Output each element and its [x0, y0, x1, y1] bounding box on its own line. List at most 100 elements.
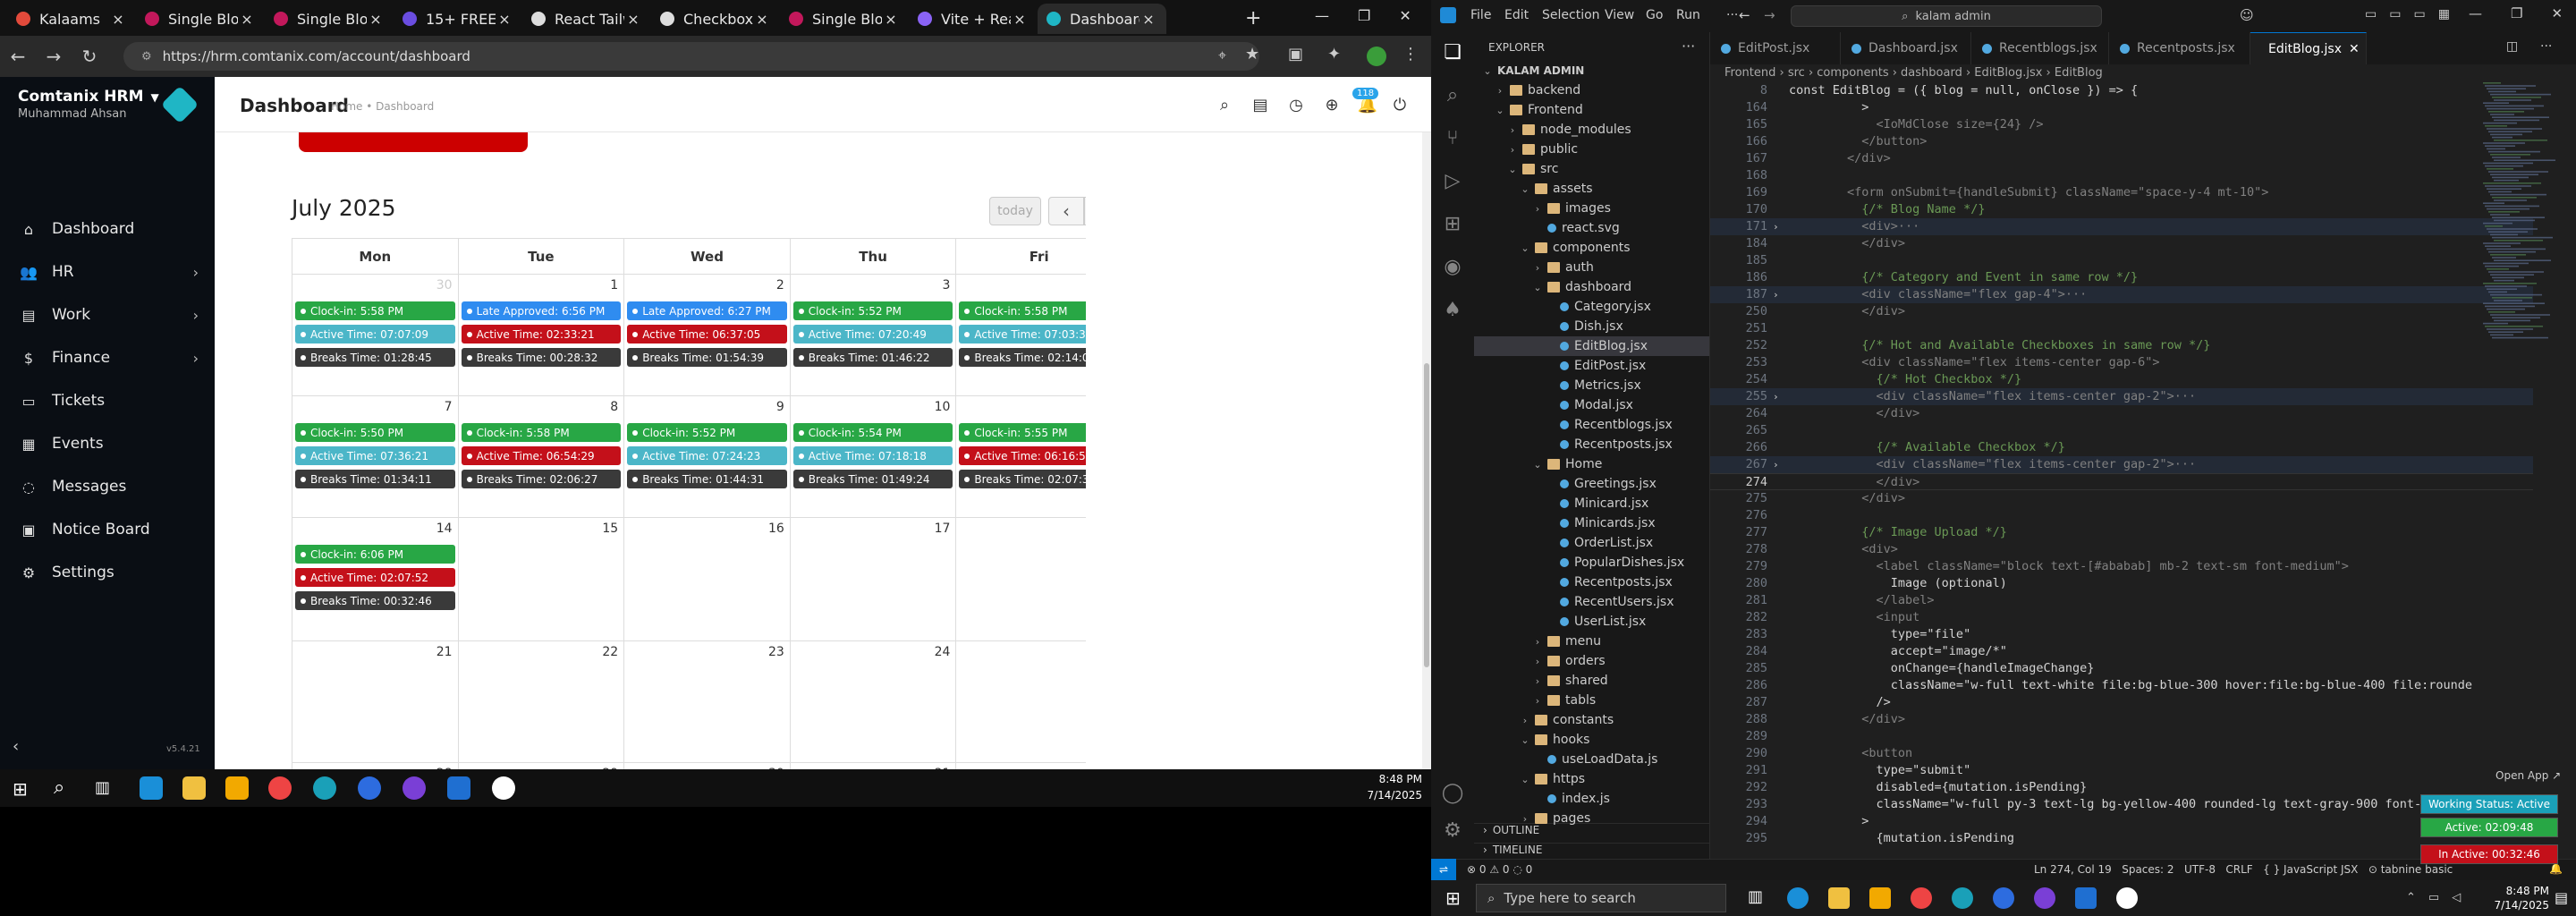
- calendar-day-cell[interactable]: 3 Clock-in: 5:52 PM Active Time: 07:20:49 B…: [790, 275, 957, 396]
- window-controls[interactable]: — ❐ ✕: [2469, 5, 2563, 21]
- scrollbar-thumb[interactable]: [1424, 363, 1429, 667]
- file-tree-folder[interactable]: ⌄ Home: [1474, 454, 1709, 474]
- browser-tab[interactable]: Vite + React×: [909, 4, 1038, 34]
- menu-item-selection[interactable]: Selection: [1542, 8, 1600, 22]
- calendar-event[interactable]: Active Time: 07:03:32: [959, 325, 1086, 344]
- file-tree-folder[interactable]: › backend: [1474, 81, 1709, 100]
- file-tree-file[interactable]: Dish.jsx: [1474, 317, 1709, 336]
- manage-gear-icon[interactable]: ⚙: [1440, 818, 1465, 843]
- customize-layout-icon[interactable]: ▦: [2438, 7, 2450, 21]
- location-icon[interactable]: ⌖: [1218, 47, 1226, 64]
- menu-item-edit[interactable]: Edit: [1504, 8, 1529, 22]
- browser-tab[interactable]: 15+ FREE Blog×: [394, 4, 522, 34]
- calendar-day-cell[interactable]: 14 Clock-in: 6:06 PM Active Time: 02:07:52…: [292, 518, 459, 641]
- task-view-icon[interactable]: ▥: [95, 778, 110, 797]
- back-button[interactable]: ←: [5, 44, 30, 69]
- calendar-event[interactable]: Breaks Time: 00:32:46: [295, 591, 455, 610]
- code-view[interactable]: 8 const EditBlog = ({ blog = null, onClos…: [1710, 82, 2576, 859]
- more-actions-icon[interactable]: ···: [1682, 38, 1695, 55]
- taskbar-clock[interactable]: 8:48 PM 7/14/2025: [2478, 884, 2549, 912]
- calendar-event[interactable]: Active Time: 06:16:54: [959, 446, 1086, 465]
- source-control-icon[interactable]: ⑂: [1440, 125, 1465, 150]
- calendar-event[interactable]: Late Approved: 6:27 PM: [627, 301, 787, 320]
- vscode-icon[interactable]: [447, 776, 470, 800]
- more-actions-icon[interactable]: ···: [2540, 39, 2552, 54]
- code-line[interactable]: 281 </label>: [1710, 592, 2533, 609]
- tab-close-icon[interactable]: ×: [882, 11, 900, 28]
- calendar-day-cell[interactable]: 22: [458, 641, 625, 763]
- calendar-event[interactable]: Active Time: 06:54:29: [461, 446, 622, 465]
- profile-avatar[interactable]: [1367, 47, 1386, 66]
- minimize-icon[interactable]: —: [2469, 5, 2482, 21]
- file-tree-file[interactable]: Recentposts.jsx: [1474, 435, 1709, 454]
- file-tree-file[interactable]: Recentposts.jsx: [1474, 572, 1709, 592]
- editor-tab[interactable]: Recentposts.jsx: [2109, 32, 2250, 64]
- calendar-event[interactable]: Breaks Time: 02:14:03: [959, 348, 1086, 367]
- puzzle-icon[interactable]: ✦: [1327, 45, 1341, 64]
- system-tray[interactable]: ⌃ ▭ ◁: [2406, 891, 2461, 904]
- code-line[interactable]: 286 className="w-full text-white file:bg…: [1710, 677, 2533, 694]
- code-line[interactable]: 290 <button: [1710, 745, 2533, 762]
- calendar-event[interactable]: Active Time: 07:24:23: [627, 446, 787, 465]
- zoom-icon[interactable]: [358, 776, 381, 800]
- calendar-day-cell[interactable]: 21: [292, 641, 459, 763]
- extension-icon[interactable]: ▣: [1288, 45, 1303, 64]
- code-line[interactable]: 185: [1710, 252, 2533, 269]
- calendar-day-cell[interactable]: 31: [791, 763, 957, 769]
- command-center-search[interactable]: ⌕ kalam admin: [1791, 5, 2102, 27]
- file-tree-file[interactable]: Minicard.jsx: [1474, 494, 1709, 513]
- file-tree-file[interactable]: EditPost.jsx: [1474, 356, 1709, 376]
- sidebar-item-work[interactable]: ▤ Work ›: [0, 297, 215, 333]
- explorer-icon[interactable]: ❏: [1440, 39, 1465, 64]
- calendar-event[interactable]: Breaks Time: 02:07:32: [959, 470, 1086, 488]
- browser-tab[interactable]: React Tailwind×: [522, 4, 651, 34]
- breadcrumb[interactable]: Home • Dashboard: [331, 100, 434, 113]
- file-tree-folder[interactable]: › tabls: [1474, 691, 1709, 710]
- file-explorer-icon[interactable]: [182, 776, 206, 800]
- menu-item-run[interactable]: Run: [1676, 8, 1700, 22]
- code-line[interactable]: 283 type="file": [1710, 626, 2533, 643]
- browser-tab[interactable]: Single Blog Po×: [780, 4, 909, 34]
- fold-chevron-icon[interactable]: ›: [1773, 456, 1779, 473]
- search-icon[interactable]: ⌕: [1440, 82, 1465, 107]
- store-icon[interactable]: [1869, 887, 1891, 909]
- menu-item-view[interactable]: View: [1605, 8, 1634, 22]
- file-tree-file[interactable]: Category.jsx: [1474, 297, 1709, 317]
- toggle-sidebar-icon[interactable]: ▭: [2365, 7, 2377, 21]
- calendar-event[interactable]: Breaks Time: 01:34:11: [295, 470, 455, 488]
- network-icon[interactable]: ▭: [2428, 891, 2439, 904]
- code-line[interactable]: 186 {/* Category and Event in same row *…: [1710, 269, 2533, 286]
- code-line[interactable]: 274 </div>: [1710, 473, 2533, 490]
- problems-count[interactable]: ⊗ 0 ⚠ 0 ◌ 0: [1467, 863, 1532, 876]
- app-icon[interactable]: [313, 776, 336, 800]
- chrome-menu-icon[interactable]: ⋮: [1402, 45, 1419, 64]
- toggle-panel-icon[interactable]: ▭: [2389, 7, 2401, 21]
- browser-tab[interactable]: Dashboard×: [1038, 4, 1166, 34]
- app-icon[interactable]: [1952, 887, 1973, 909]
- extensions-icon[interactable]: ⊞: [1440, 211, 1465, 236]
- calendar-day-cell[interactable]: 18: [956, 518, 1086, 641]
- file-tree-folder[interactable]: › menu: [1474, 632, 1709, 651]
- vscode-icon[interactable]: [2075, 887, 2097, 909]
- tab-close-icon[interactable]: ×: [367, 11, 385, 28]
- sidebar-item-dashboard[interactable]: ⌂ Dashboard: [0, 211, 215, 247]
- code-line[interactable]: 280 Image (optional): [1710, 575, 2533, 592]
- browser-tab[interactable]: Single Blog Po×: [265, 4, 394, 34]
- site-info-icon[interactable]: ⚙: [141, 50, 152, 64]
- calendar-day-cell[interactable]: 4Clock-in: 5:58 PMActive Time: 07:03:32B…: [956, 275, 1086, 396]
- calendar-event[interactable]: Late Approved: 6:56 PM: [461, 301, 622, 320]
- github-icon[interactable]: [402, 776, 426, 800]
- file-tree-folder[interactable]: ⌄ src: [1474, 159, 1709, 179]
- minimap[interactable]: [2479, 82, 2569, 351]
- file-tree-folder[interactable]: › pages: [1474, 809, 1709, 828]
- calendar-event[interactable]: Clock-in: 5:52 PM: [792, 301, 953, 320]
- edge-icon[interactable]: [1787, 887, 1809, 909]
- file-tree-file[interactable]: Metrics.jsx: [1474, 376, 1709, 395]
- calendar-event[interactable]: Breaks Time: 01:28:45: [295, 348, 455, 367]
- file-tree-folder[interactable]: › constants: [1474, 710, 1709, 730]
- forward-button[interactable]: →: [41, 44, 66, 69]
- file-tree-folder[interactable]: ⌄ assets: [1474, 179, 1709, 199]
- calendar-day-cell[interactable]: 28: [292, 763, 459, 769]
- editor-tab[interactable]: EditPost.jsx: [1710, 32, 1841, 64]
- calendar-day-cell[interactable]: 15: [458, 518, 625, 641]
